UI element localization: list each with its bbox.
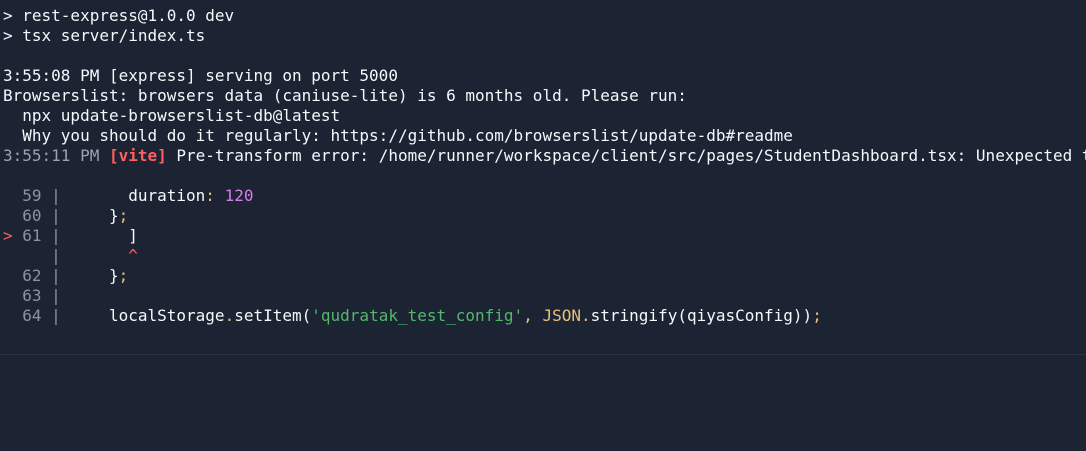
- code-frame-line-63: 63 |: [0, 286, 1086, 306]
- code-text: ]: [70, 226, 138, 245]
- server-log-line: 3:55:08 PM [express] serving on port 500…: [3, 66, 398, 85]
- code-text: localStorage: [70, 306, 225, 325]
- error-message: Pre-transform error: /home/runner/worksp…: [166, 146, 1086, 165]
- error-caret: ^: [70, 246, 138, 265]
- code-text: }: [70, 266, 119, 285]
- error-marker: >: [3, 226, 23, 245]
- code-punct: ;: [118, 266, 129, 285]
- code-class: JSON: [542, 306, 581, 325]
- code-text: }: [70, 206, 119, 225]
- browserslist-warning: Browserslist: browsers data (caniuse-lit…: [3, 86, 687, 105]
- code-punct: :: [205, 186, 225, 205]
- line-number: 64 |: [3, 306, 71, 325]
- divider: [0, 354, 1086, 355]
- browserslist-command: npx update-browserslist-db@latest: [3, 106, 341, 125]
- code-frame-line-59: 59 | duration: 120: [0, 186, 1086, 206]
- vite-tag: [vite]: [108, 146, 167, 165]
- command-line: > tsx server/index.ts: [3, 26, 206, 45]
- code-text: setItem(: [234, 306, 312, 325]
- line-number: 59 |: [3, 186, 71, 205]
- browserslist-link-line: Why you should do it regularly: https://…: [3, 126, 793, 145]
- code-number: 120: [224, 186, 254, 205]
- error-timestamp: 3:55:11 PM: [3, 146, 109, 165]
- terminal-output[interactable]: > rest-express@1.0.0 dev > tsx server/in…: [0, 0, 1086, 451]
- line-number: |: [3, 246, 71, 265]
- line-number: 60 |: [3, 206, 71, 225]
- code-punct: ;: [118, 206, 129, 225]
- line-number: 61 |: [22, 226, 71, 245]
- code-punct: ,: [523, 306, 543, 325]
- line-number: 62 |: [3, 266, 71, 285]
- code-text: duration: [70, 186, 206, 205]
- line-number: 63 |: [3, 286, 71, 305]
- code-string: 'qudratak_test_config': [311, 306, 524, 325]
- code-frame-line-60: 60 | };: [0, 206, 1086, 226]
- code-frame-line-62: 62 | };: [0, 266, 1086, 286]
- code-frame-line-64: 64 | localStorage.setItem('qudratak_test…: [0, 306, 1086, 326]
- vite-error-line: 3:55:11 PM [vite] Pre-transform error: /…: [0, 146, 1086, 166]
- command-line: > rest-express@1.0.0 dev: [3, 6, 235, 25]
- code-frame-caret-line: | ^: [0, 246, 1086, 266]
- code-frame-line-61: > 61 | ]: [0, 226, 1086, 246]
- code-text: stringify(qiyasConfig)): [590, 306, 813, 325]
- code-punct: ;: [812, 306, 822, 325]
- code-punct: .: [580, 306, 591, 325]
- code-punct: .: [224, 306, 235, 325]
